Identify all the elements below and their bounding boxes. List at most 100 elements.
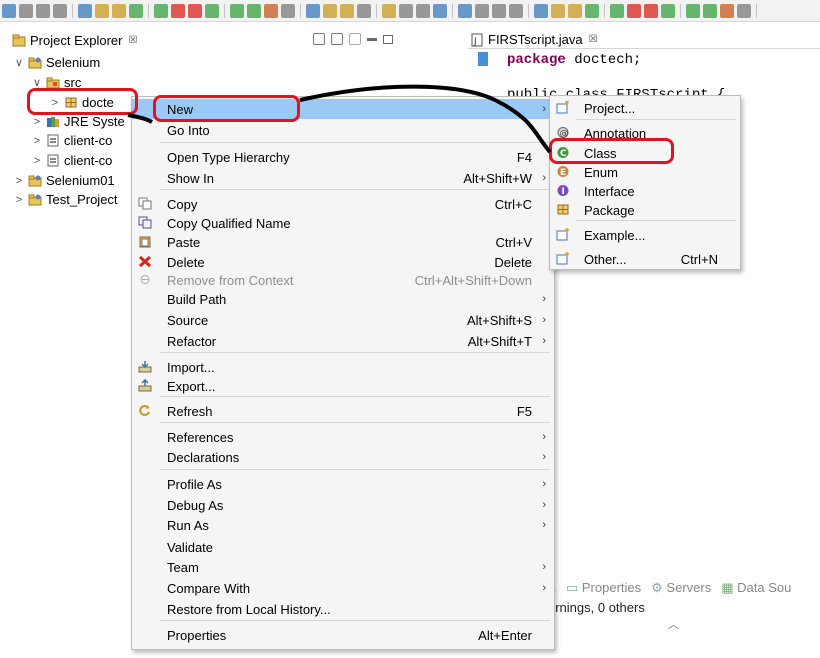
submenu-item-example[interactable]: Example... — [550, 225, 740, 245]
tree-item[interactable]: > docte — [50, 93, 114, 112]
code-line-1[interactable]: package doctech; — [507, 52, 641, 68]
tree-item[interactable]: ∨ src — [32, 73, 81, 92]
toolbar-button-icon[interactable] — [171, 3, 185, 18]
toolbar-button-icon[interactable] — [36, 3, 50, 18]
toolbar-button-icon[interactable] — [340, 3, 354, 18]
toolbar-button-icon[interactable] — [627, 3, 641, 18]
toolbar-button-icon[interactable] — [129, 3, 143, 18]
link-with-editor-icon[interactable] — [331, 33, 343, 45]
toolbar-button-icon[interactable] — [382, 3, 396, 18]
toolbar-button-icon[interactable] — [230, 3, 244, 18]
menu-item-properties[interactable]: Properties Alt+Enter — [132, 625, 554, 645]
menu-item-run-as[interactable]: Run As › — [132, 515, 554, 535]
toolbar-button-icon[interactable] — [458, 3, 472, 18]
toolbar-button-icon[interactable] — [281, 3, 295, 18]
chevron-right-icon[interactable]: > — [32, 116, 42, 128]
maximize-icon[interactable] — [383, 34, 393, 44]
menu-item-new[interactable]: New › — [132, 99, 554, 119]
minimize-icon[interactable] — [367, 37, 377, 41]
tree-item[interactable]: > client-co — [32, 131, 113, 150]
toolbar-button-icon[interactable] — [399, 3, 413, 18]
view-menu-icon[interactable] — [349, 33, 361, 45]
menu-item-validate[interactable]: Validate — [132, 537, 554, 557]
menu-item-copy[interactable]: Copy Ctrl+C — [132, 194, 554, 214]
toolbar-button-icon[interactable] — [53, 3, 67, 18]
project-explorer-tab[interactable]: Project Explorer ☒ — [12, 30, 137, 50]
menu-item-references[interactable]: References › — [132, 427, 554, 447]
menu-item-profile-as[interactable]: Profile As › — [132, 474, 554, 494]
chevron-right-icon[interactable]: > — [14, 194, 24, 206]
close-icon[interactable]: ☒ — [589, 34, 598, 45]
menu-item-team[interactable]: Team › — [132, 557, 554, 577]
toolbar-button-icon[interactable] — [686, 3, 700, 18]
menu-item-paste[interactable]: Paste Ctrl+V — [132, 232, 554, 252]
toolbar-button-icon[interactable] — [264, 3, 278, 18]
toolbar-button-icon[interactable] — [492, 3, 506, 18]
chevron-up-icon[interactable]: ︿ — [668, 616, 679, 632]
toolbar-button-icon[interactable] — [433, 3, 447, 18]
menu-item-compare-with[interactable]: Compare With › — [132, 578, 554, 598]
chevron-right-icon[interactable]: > — [32, 135, 42, 147]
tab-data-source[interactable]: ▦ Data Sou — [721, 580, 791, 596]
menu-item-declarations[interactable]: Declarations › — [132, 447, 554, 467]
menu-item-restore-from-local-history[interactable]: Restore from Local History... — [132, 599, 554, 619]
menu-item-debug-as[interactable]: Debug As › — [132, 495, 554, 515]
toolbar-button-icon[interactable] — [112, 3, 126, 18]
tab-servers[interactable]: ⚙ Servers — [651, 580, 711, 596]
tree-item[interactable]: > Test_Project — [14, 190, 118, 209]
menu-item-show-in[interactable]: Show In Alt+Shift+W › — [132, 168, 554, 188]
toolbar-button-icon[interactable] — [19, 3, 33, 18]
chevron-down-icon[interactable]: ∨ — [32, 76, 42, 89]
menu-item-delete[interactable]: Delete Delete — [132, 252, 554, 272]
toolbar-button-icon[interactable] — [509, 3, 523, 18]
toolbar-button-icon[interactable] — [585, 3, 599, 18]
menu-item-build-path[interactable]: Build Path › — [132, 289, 554, 309]
toolbar-button-icon[interactable] — [475, 3, 489, 18]
submenu-item-class[interactable]: C Class — [550, 143, 740, 163]
close-icon[interactable]: ☒ — [128, 35, 137, 46]
tree-item[interactable]: > client-co — [32, 151, 113, 170]
toolbar-button-icon[interactable] — [306, 3, 320, 18]
toolbar-button-icon[interactable] — [416, 3, 430, 18]
toolbar-button-icon[interactable] — [357, 3, 371, 18]
chevron-right-icon[interactable]: > — [32, 155, 42, 167]
submenu-item-enum[interactable]: E Enum — [550, 162, 740, 182]
chevron-down-icon[interactable]: ∨ — [14, 56, 24, 69]
tree-item[interactable]: > Selenium01 — [14, 171, 115, 190]
menu-item-import[interactable]: Import... — [132, 357, 554, 377]
toolbar-button-icon[interactable] — [95, 3, 109, 18]
menu-item-source[interactable]: Source Alt+Shift+S › — [132, 310, 554, 330]
submenu-item-annotation[interactable]: @ Annotation — [550, 123, 740, 143]
toolbar-button-icon[interactable] — [188, 3, 202, 18]
editor-tab[interactable]: J FIRSTscript.java ☒ — [470, 29, 598, 49]
toolbar-button-icon[interactable] — [323, 3, 337, 18]
toolbar-button-icon[interactable] — [2, 3, 16, 18]
chevron-right-icon[interactable]: > — [14, 175, 24, 187]
submenu-item-interface[interactable]: I Interface — [550, 181, 740, 201]
toolbar-button-icon[interactable] — [644, 3, 658, 18]
menu-item-export[interactable]: Export... — [132, 376, 554, 396]
toolbar-button-icon[interactable] — [661, 3, 675, 18]
menu-item-refresh[interactable]: Refresh F5 — [132, 401, 554, 421]
toolbar-button-icon[interactable] — [205, 3, 219, 18]
menu-item-copy-qualified-name[interactable]: Copy Qualified Name — [132, 213, 554, 233]
toolbar-button-icon[interactable] — [737, 3, 751, 18]
menu-item-go-into[interactable]: Go Into — [132, 120, 554, 140]
submenu-item-other[interactable]: Other... Ctrl+N — [550, 249, 740, 269]
tree-item[interactable]: > JRE Syste — [32, 112, 125, 131]
menu-item-refactor[interactable]: Refactor Alt+Shift+T › — [132, 331, 554, 351]
submenu-item-package[interactable]: Package — [550, 200, 740, 220]
toolbar-button-icon[interactable] — [551, 3, 565, 18]
toolbar-button-icon[interactable] — [78, 3, 92, 18]
chevron-right-icon[interactable]: > — [50, 97, 60, 109]
collapse-all-icon[interactable] — [313, 33, 325, 45]
submenu-item-project[interactable]: Project... — [550, 98, 740, 118]
toolbar-button-icon[interactable] — [568, 3, 582, 18]
toolbar-button-icon[interactable] — [154, 3, 168, 18]
menu-item-open-type-hierarchy[interactable]: Open Type Hierarchy F4 — [132, 147, 554, 167]
toolbar-button-icon[interactable] — [534, 3, 548, 18]
tab-properties[interactable]: ▭ Properties — [566, 580, 641, 596]
toolbar-button-icon[interactable] — [720, 3, 734, 18]
toolbar-button-icon[interactable] — [610, 3, 624, 18]
toolbar-button-icon[interactable] — [247, 3, 261, 18]
